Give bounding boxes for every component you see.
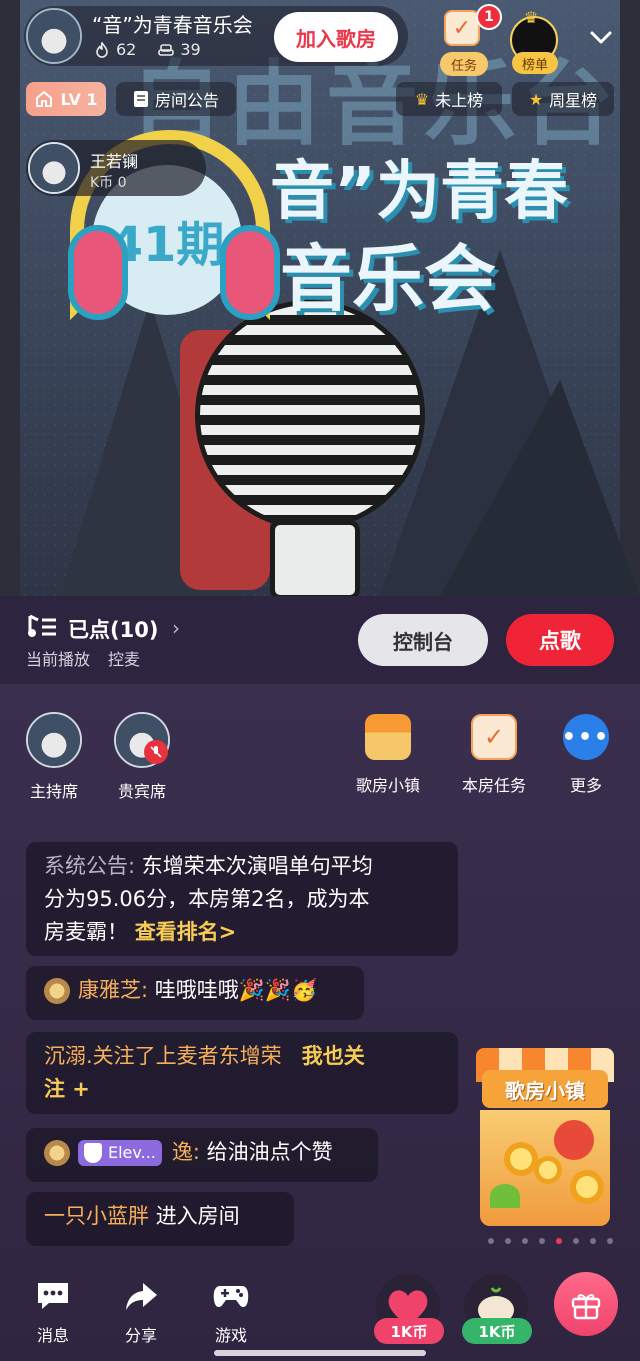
chevron-right-icon[interactable]: › [172,616,180,640]
room-level-badge[interactable]: LV 1 [26,82,106,116]
promo-carousel-dots[interactable] [488,1238,613,1244]
sofa-icon [158,43,175,56]
guest-seat-label: 贵宾席 [117,782,166,801]
chat-username[interactable]: 康雅芝: [78,978,148,1002]
chat-bubble-icon [38,1283,68,1309]
share-arrow-icon [126,1283,157,1310]
mic-muted-icon [144,740,168,764]
host-seat-label: 主持席 [29,782,78,801]
music-list-icon[interactable] [26,614,58,640]
game-button[interactable]: 游戏 [196,1280,266,1350]
game-label: 游戏 [214,1326,247,1345]
star-icon: ★ [528,89,544,109]
task-label: 任务 [440,52,488,76]
chat-username[interactable]: 一只小蓝胖 [44,1204,149,1228]
host-avatar [26,712,82,768]
order-song-button[interactable]: 点歌 [506,614,614,666]
singer-coins: K币 0 [90,175,127,191]
chat-username[interactable]: 逸: [172,1140,200,1164]
console-button[interactable]: 控制台 [358,614,488,666]
coin-icon [534,1156,562,1184]
heart-gift-price[interactable]: 1K币 [374,1318,444,1344]
rank-list-button[interactable]: ♛ 榜单 [506,8,562,74]
follow-message: 沉溺.关注了上麦者东增荣 我也关 注 + [26,1032,458,1114]
week-star-button[interactable]: ★ 周星榜 [512,82,614,116]
poster-title-line1: 音”为青春 [270,155,569,229]
crown-icon: ♛ [414,89,430,109]
gamepad-icon [213,1286,249,1308]
not-ranked-button[interactable]: ♛ 未上榜 [396,82,502,116]
shield-icon [84,1143,102,1163]
task-check-icon: ✓ [444,10,480,46]
chat-message: Elev... 逸: 给油油点个赞 [26,1128,378,1182]
message-button[interactable]: 消息 [18,1280,88,1350]
queue-title[interactable]: 已点(10) [68,614,158,644]
shop-icon [365,714,411,760]
more-action[interactable]: ••• 更多 [536,714,636,804]
host-seat[interactable]: 主持席 [14,712,94,812]
calendar-check-icon: ✓ [471,714,517,760]
leaf-icon [490,1184,520,1208]
coin-icon [570,1170,604,1204]
document-icon [133,91,148,107]
singer-avatar[interactable] [28,142,80,194]
message-label: 消息 [36,1326,69,1345]
poster-title-line2: 音乐会 [280,237,497,321]
room-tasks-action[interactable]: ✓ 本房任务 [444,714,544,804]
room-notice-button[interactable]: 房间公告 [116,82,236,116]
rank-label: 榜单 [512,52,558,74]
shop-town-label: 歌房小镇 [355,776,420,795]
coin-icon [504,1142,538,1176]
more-label: 更多 [569,776,602,795]
enter-room-message: 一只小蓝胖 进入房间 [26,1192,294,1246]
share-button[interactable]: 分享 [106,1280,176,1350]
chat-message: 康雅芝: 哇哦哇哦🎉🎉🥳 [26,966,364,1020]
house-icon [36,90,53,107]
egg-gift-price[interactable]: 1K币 [462,1318,532,1344]
promo-body [480,1110,610,1226]
mic-control-label[interactable]: 控麦 [108,646,140,670]
join-room-button[interactable]: 加入歌房 [274,12,398,62]
gift-icon [571,1294,601,1320]
system-notice-label: 系统公告: [44,854,136,878]
task-count-badge: 1 [476,4,502,30]
flame-icon [96,41,108,58]
share-label: 分享 [124,1326,157,1345]
now-playing-label[interactable]: 当前播放 [26,646,90,670]
room-stats: 62 39 [94,40,201,59]
member-count: 39 [158,40,201,59]
room-title: “音”为青春音乐会 [92,13,253,37]
singer-name: 王若镧 [90,152,139,171]
follow-too-link[interactable]: 我也关 [302,1044,365,1068]
poster-microphone [195,300,425,530]
shop-town-action[interactable]: 歌房小镇 [338,714,438,804]
poster-headphone-left [68,225,128,320]
system-notice-message: 系统公告: 东增荣本次演唱单句平均 分为95.06分，本房第2名，成为本 房麦霸… [26,842,458,956]
more-dots-icon: ••• [562,714,609,760]
medal-icon [44,978,70,1004]
room-tasks-label: 本房任务 [461,776,526,795]
chevron-down-icon [590,31,612,44]
guest-seat[interactable]: 贵宾席 [102,712,182,812]
gift-box-button[interactable] [554,1272,618,1336]
collapse-button[interactable] [586,22,616,52]
follow-too-link-cont[interactable]: 注 + [44,1077,90,1101]
shop-town-promo[interactable]: 歌房小镇 [476,1048,614,1226]
poster-headphone-right [220,225,280,320]
home-indicator[interactable] [214,1350,426,1356]
poster-mic-stem [270,520,360,596]
room-avatar[interactable] [26,8,82,64]
crown-icon: ♛ [524,8,539,27]
view-ranking-link[interactable]: 查看排名> [135,920,237,944]
bird-mascot-icon [554,1120,594,1160]
promo-title: 歌房小镇 [482,1070,608,1108]
fan-club-tag[interactable]: Elev... [78,1140,162,1166]
listener-count: 62 [94,40,136,59]
medal-icon [44,1140,70,1166]
